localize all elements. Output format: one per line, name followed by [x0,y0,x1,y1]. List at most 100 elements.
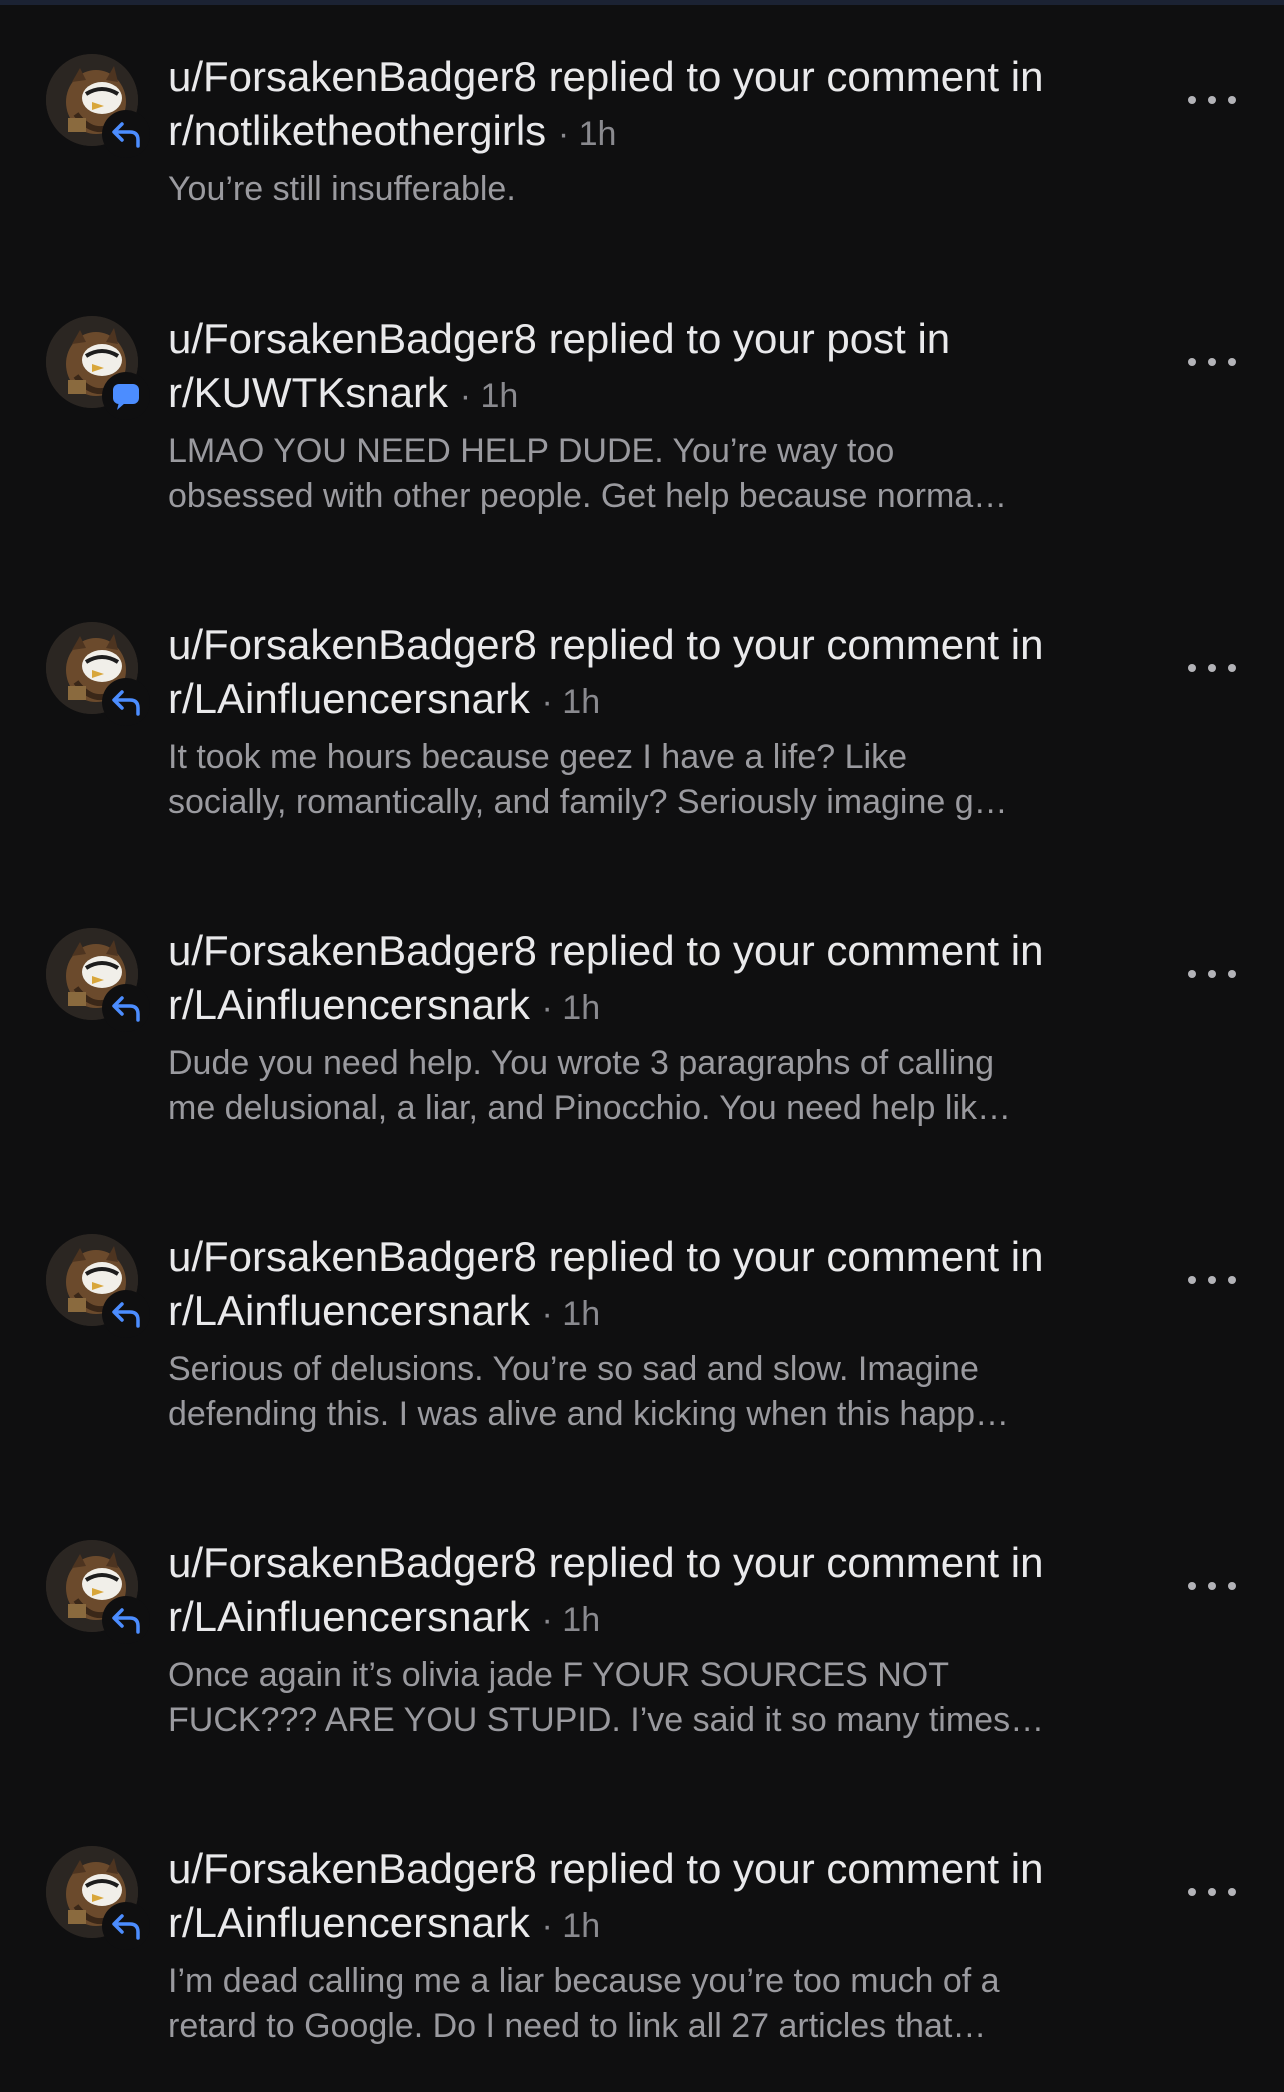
notification-type-badge [102,1596,150,1644]
avatar-container [46,1846,150,1950]
notification-item[interactable]: u/ForsakenBadger8 replied to your commen… [0,568,1284,868]
avatar-container [46,54,150,158]
notification-title-line1: u/ForsakenBadger8 replied to your commen… [168,1233,1044,1280]
timestamp: · 1h [541,1601,601,1639]
dot-icon [1208,970,1216,978]
more-options-button[interactable] [1188,342,1236,382]
notification-item[interactable]: u/ForsakenBadger8 replied to your commen… [0,1180,1284,1480]
notification-title-line1: u/ForsakenBadger8 replied to your post i… [168,315,951,362]
dot-icon [1208,358,1216,366]
dot-icon [1188,664,1196,672]
subreddit-name[interactable]: r/LAinfluencersnark [168,675,530,722]
notification-item[interactable]: u/ForsakenBadger8 replied to your post i… [0,262,1284,562]
more-options-button[interactable] [1188,1872,1236,1912]
notification-title-line1: u/ForsakenBadger8 replied to your commen… [168,621,1044,668]
subreddit-name[interactable]: r/KUWTKsnark [168,369,448,416]
dot-icon [1228,970,1236,978]
dot-icon [1228,96,1236,104]
notification-text: u/ForsakenBadger8 replied to your commen… [168,618,1148,825]
notification-title-line1: u/ForsakenBadger8 replied to your commen… [168,1845,1044,1892]
notification-title-line2: r/LAinfluencersnark · 1h [168,672,1148,729]
dot-icon [1208,664,1216,672]
notification-title-line2: r/LAinfluencersnark · 1h [168,1590,1148,1647]
notification-text: u/ForsakenBadger8 replied to your commen… [168,1230,1148,1437]
avatar-container [46,1540,150,1644]
notification-type-badge [102,1902,150,1950]
subreddit-name[interactable]: r/LAinfluencersnark [168,1593,530,1640]
reply-arrow-icon [112,690,140,716]
notification-text: u/ForsakenBadger8 replied to your commen… [168,924,1148,1131]
notification-text: u/ForsakenBadger8 replied to your post i… [168,312,1148,519]
notification-item[interactable]: u/ForsakenBadger8 replied to your commen… [0,0,1284,300]
subreddit-name[interactable]: r/LAinfluencersnark [168,1899,530,1946]
preview-line1: Dude you need help. You wrote 3 paragrap… [168,1044,995,1082]
dot-icon [1188,1276,1196,1284]
preview-line2: me delusional, a liar, and Pinocchio. Yo… [168,1089,1012,1127]
notification-title-line2: r/LAinfluencersnark · 1h [168,978,1148,1035]
reply-arrow-icon [112,1302,140,1328]
notification-item[interactable]: u/ForsakenBadger8 replied to your commen… [0,1792,1284,2092]
reply-arrow-icon [112,1914,140,1940]
timestamp: · 1h [541,989,601,1027]
dot-icon [1188,358,1196,366]
timestamp: · 1h [541,1295,601,1333]
dot-icon [1228,664,1236,672]
notification-type-badge [102,1290,150,1338]
notification-title-line1: u/ForsakenBadger8 replied to your commen… [168,53,1044,100]
timestamp: · 1h [459,377,519,415]
timestamp: · 1h [557,115,617,153]
avatar-container [46,928,150,1032]
preview-line1: You’re still insufferable. [168,170,516,208]
preview-line2: FUCK??? ARE YOU STUPID. I’ve said it so … [168,1701,1045,1739]
notification-text: u/ForsakenBadger8 replied to your commen… [168,1536,1148,1743]
notification-item[interactable]: u/ForsakenBadger8 replied to your commen… [0,1486,1284,1786]
more-options-button[interactable] [1188,954,1236,994]
avatar-container [46,316,150,420]
avatar-container [46,622,150,726]
notification-title-line1: u/ForsakenBadger8 replied to your commen… [168,927,1044,974]
dot-icon [1208,1888,1216,1896]
subreddit-name[interactable]: r/LAinfluencersnark [168,1287,530,1334]
preview-line2: obsessed with other people. Get help bec… [168,477,1008,515]
dot-icon [1188,96,1196,104]
subreddit-name[interactable]: r/notliketheothergirls [168,107,546,154]
dot-icon [1228,1888,1236,1896]
preview-line1: It took me hours because geez I have a l… [168,738,908,776]
notification-type-badge [102,372,150,420]
dot-icon [1228,358,1236,366]
reply-arrow-icon [112,996,140,1022]
notification-title-line1: u/ForsakenBadger8 replied to your commen… [168,1539,1044,1586]
dot-icon [1188,1888,1196,1896]
notification-type-badge [102,678,150,726]
preview-line1: Once again it’s olivia jade F YOUR SOURC… [168,1656,950,1694]
timestamp: · 1h [541,1907,601,1945]
avatar-container [46,1234,150,1338]
timestamp: · 1h [541,683,601,721]
notification-type-badge [102,110,150,158]
notification-title-line2: r/notliketheothergirls · 1h [168,104,1148,161]
dot-icon [1208,96,1216,104]
notification-text: u/ForsakenBadger8 replied to your commen… [168,1842,1148,2049]
notification-type-badge [102,984,150,1032]
more-options-button[interactable] [1188,80,1236,120]
notification-text: u/ForsakenBadger8 replied to your commen… [168,50,1148,212]
dot-icon [1228,1276,1236,1284]
more-options-button[interactable] [1188,1566,1236,1606]
more-options-button[interactable] [1188,1260,1236,1300]
preview-line2: defending this. I was alive and kicking … [168,1395,1010,1433]
reply-arrow-icon [112,122,140,148]
preview-line2: socially, romantically, and family? Seri… [168,783,1008,821]
preview-line1: I’m dead calling me a liar because you’r… [168,1962,1000,2000]
notification-title-line2: r/LAinfluencersnark · 1h [168,1284,1148,1341]
preview-line1: LMAO YOU NEED HELP DUDE. You’re way too [168,432,895,470]
dot-icon [1208,1582,1216,1590]
dot-icon [1188,1582,1196,1590]
dot-icon [1208,1276,1216,1284]
more-options-button[interactable] [1188,648,1236,688]
notification-item[interactable]: u/ForsakenBadger8 replied to your commen… [0,874,1284,1174]
preview-line2: retard to Google. Do I need to link all … [168,2007,987,2045]
reply-arrow-icon [112,1608,140,1634]
dot-icon [1228,1582,1236,1590]
subreddit-name[interactable]: r/LAinfluencersnark [168,981,530,1028]
notification-title-line2: r/LAinfluencersnark · 1h [168,1896,1148,1953]
